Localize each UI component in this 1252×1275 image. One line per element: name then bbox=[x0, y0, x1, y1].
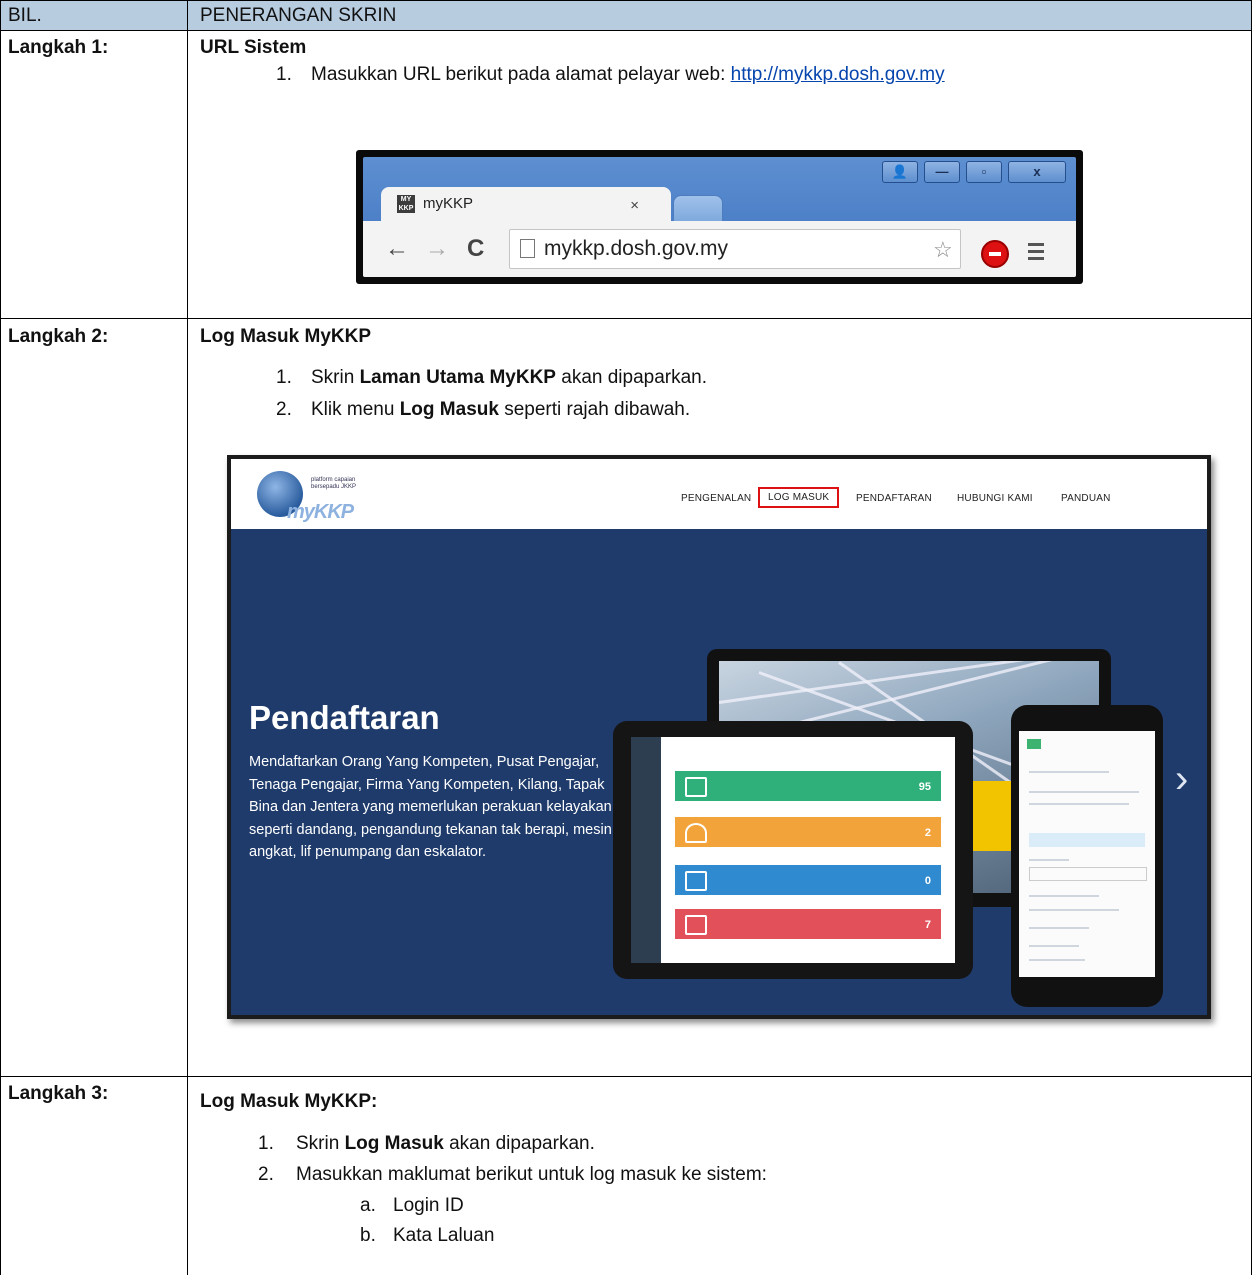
dashboard-card-1-value: 95 bbox=[918, 781, 931, 793]
step1-label: Langkah 1: bbox=[8, 37, 109, 58]
header-bil: BIL. bbox=[8, 5, 42, 26]
dashboard-card-4: 7 bbox=[675, 909, 941, 939]
site-logo: myKKP bbox=[287, 501, 354, 523]
nav-pendaftaran[interactable]: PENDAFTARAN bbox=[856, 493, 932, 504]
step2-item1: Skrin Laman Utama MyKKP akan dipaparkan. bbox=[311, 366, 707, 389]
header-penerangan: PENERANGAN SKRIN bbox=[200, 5, 397, 26]
new-tab-button[interactable] bbox=[673, 195, 723, 223]
nav-panduan[interactable]: PANDUAN bbox=[1061, 493, 1111, 504]
step3-item1-post: akan dipaparkan. bbox=[443, 1133, 595, 1154]
tablet-sidebar bbox=[631, 737, 661, 963]
tab-title: myKKP bbox=[423, 195, 474, 212]
step3-item1-num: 1. bbox=[258, 1133, 274, 1154]
table-border-left bbox=[0, 0, 1, 1275]
nav-log-masuk[interactable]: LOG MASUK bbox=[758, 487, 840, 508]
step2-title: Log Masuk MyKKP bbox=[200, 326, 372, 347]
mail-icon bbox=[685, 777, 707, 797]
step2-item1-pre: Skrin bbox=[311, 367, 360, 388]
step3-sub-a-num: a. bbox=[360, 1195, 376, 1216]
address-bar[interactable]: mykkp.dosh.gov.my bbox=[509, 229, 961, 269]
step2-item2-num: 2. bbox=[276, 399, 292, 420]
money-icon bbox=[685, 915, 707, 935]
dashboard-card-3-value: 0 bbox=[924, 875, 931, 887]
step3-item2: Masukkan maklumat berikut untuk log masu… bbox=[296, 1164, 767, 1185]
page-icon bbox=[520, 239, 535, 258]
menu-icon[interactable] bbox=[1028, 243, 1044, 264]
tab-close-icon[interactable]: × bbox=[630, 197, 639, 214]
step2-item2: Klik menu Log Masuk seperti rajah dibawa… bbox=[311, 398, 690, 421]
step2-item2-post: seperti rajah dibawah. bbox=[498, 399, 691, 420]
table-divider-column bbox=[187, 0, 188, 1275]
step1-item1-text: Masukkan URL berikut pada alamat pelayar… bbox=[311, 64, 731, 85]
user-icon bbox=[685, 823, 707, 843]
forward-icon[interactable]: → bbox=[425, 235, 449, 263]
nav-hubungi-kami[interactable]: HUBUNGI KAMI bbox=[957, 493, 1033, 504]
instruction-table: BIL. PENERANGAN SKRIN Langkah 1: URL Sis… bbox=[0, 0, 1252, 1275]
phone-screen bbox=[1019, 731, 1155, 977]
step2-item2-pre: Klik menu bbox=[311, 399, 400, 420]
url-link[interactable]: http://mykkp.dosh.gov.my bbox=[731, 64, 945, 85]
step3-title: Log Masuk MyKKP: bbox=[200, 1091, 378, 1112]
step3-sub-b-num: b. bbox=[360, 1225, 376, 1246]
step3-item1: Skrin Log Masuk akan dipaparkan. bbox=[296, 1132, 595, 1155]
minimize-icon[interactable]: — bbox=[924, 161, 960, 183]
hero-title: Pendaftaran bbox=[249, 699, 440, 736]
step2-item1-post: akan dipaparkan. bbox=[555, 367, 708, 388]
browser-tab[interactable]: MY KKP myKKP × bbox=[381, 187, 671, 221]
dashboard-card-2: 2 bbox=[675, 817, 941, 847]
step3-label: Langkah 3: bbox=[8, 1083, 109, 1104]
dashboard-card-2-value: 2 bbox=[924, 827, 931, 839]
hero-description: Mendaftarkan Orang Yang Kompeten, Pusat … bbox=[249, 754, 612, 860]
address-text: mykkp.dosh.gov.my bbox=[544, 237, 729, 260]
reload-icon[interactable]: C bbox=[467, 235, 484, 263]
dashboard-card-3: 0 bbox=[675, 865, 941, 895]
user-icon[interactable]: 👤 bbox=[882, 161, 918, 183]
tablet-dashboard: 95 2 0 7 bbox=[631, 737, 955, 963]
site-header: platform capaian bersepadu JKKP myKKP PE… bbox=[231, 459, 1207, 529]
step2-label: Langkah 2: bbox=[8, 326, 109, 347]
step1-item1-num: 1. bbox=[276, 64, 292, 85]
step3-item2-num: 2. bbox=[258, 1164, 274, 1185]
carousel-next-icon[interactable]: › bbox=[1175, 757, 1188, 802]
hero-banner: Pendaftaran Mendaftarkan Orang Yang Komp… bbox=[231, 529, 1207, 1015]
adblock-icon[interactable] bbox=[981, 240, 1009, 268]
maximize-icon[interactable]: ▫ bbox=[966, 161, 1002, 183]
nav-pengenalan[interactable]: PENGENALAN bbox=[681, 493, 751, 504]
step3-item1-bold: Log Masuk bbox=[344, 1133, 444, 1154]
step2-item2-bold: Log Masuk bbox=[399, 399, 499, 420]
tablet-device: 95 2 0 7 bbox=[613, 721, 973, 979]
dashboard-card-4-value: 7 bbox=[924, 919, 931, 931]
mykkp-favicon-icon: MY KKP bbox=[397, 195, 415, 213]
step1-title: URL Sistem bbox=[200, 37, 307, 58]
step2-item1-bold: Laman Utama MyKKP bbox=[359, 367, 556, 388]
step3-sub-a: Login ID bbox=[393, 1195, 464, 1216]
browser-toolbar: ← → C mykkp.dosh.gov.my ☆ bbox=[363, 221, 1076, 277]
logo-tagline: platform capaian bersepadu JKKP bbox=[311, 477, 357, 490]
phone-device bbox=[1011, 705, 1163, 1007]
close-window-icon[interactable]: x bbox=[1008, 161, 1066, 183]
document-icon bbox=[685, 871, 707, 891]
step1-item1: Masukkan URL berikut pada alamat pelayar… bbox=[311, 63, 945, 86]
step3-item1-pre: Skrin bbox=[296, 1133, 345, 1154]
step2-item1-num: 1. bbox=[276, 367, 292, 388]
step3-sub-b: Kata Laluan bbox=[393, 1225, 495, 1246]
back-icon[interactable]: ← bbox=[385, 235, 409, 263]
browser-window: 👤 — ▫ x MY KKP myKKP × ← → C mykkp.dosh.… bbox=[363, 157, 1076, 277]
window-controls: 👤 — ▫ x bbox=[882, 161, 1066, 183]
bookmark-star-icon[interactable]: ☆ bbox=[933, 237, 953, 263]
dashboard-card-1: 95 bbox=[675, 771, 941, 801]
browser-screenshot: 👤 — ▫ x MY KKP myKKP × ← → C mykkp.dosh.… bbox=[356, 150, 1083, 284]
mykkp-homepage-screenshot: platform capaian bersepadu JKKP myKKP PE… bbox=[227, 455, 1211, 1019]
